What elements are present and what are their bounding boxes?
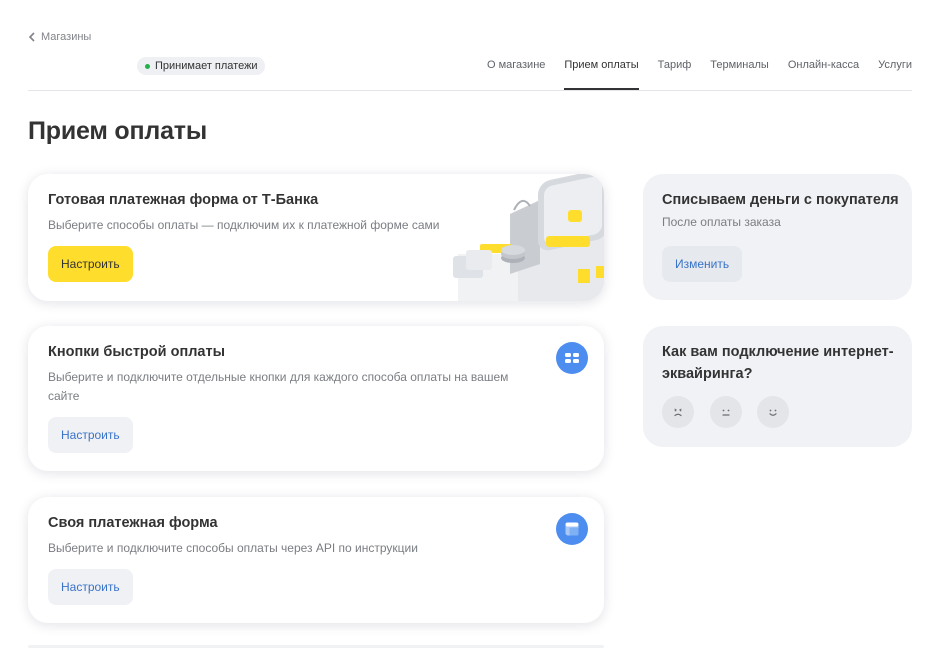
tab-online-cashbox[interactable]: Онлайн-касса [788,59,859,90]
card-title: Своя платежная форма [48,515,218,531]
tab-about[interactable]: О магазине [487,59,545,90]
card-ready-payment-form: Готовая платежная форма от Т-Банка Выбер… [28,174,604,301]
neutral-face-icon[interactable] [710,396,742,428]
tab-services[interactable]: Услуги [878,59,912,90]
tab-bar: О магазине Прием оплаты Тариф Терминалы … [468,59,912,90]
card-own-payment-form: Своя платежная форма Выберите и подключи… [28,497,604,623]
card-title: Кнопки быстрой оплаты [48,344,225,360]
sad-face-icon[interactable] [662,396,694,428]
status-label: Принимает платежи [155,60,258,72]
payment-form-illustration-icon [453,174,604,301]
grid-icon [556,342,588,374]
change-button[interactable]: Изменить [662,246,743,282]
setup-button[interactable]: Настроить [48,417,133,453]
setup-button[interactable]: Настроить [48,569,133,605]
chevron-left-icon [28,32,35,42]
tab-payment-acceptance[interactable]: Прием оплаты [564,59,639,90]
back-link-label: Магазины [41,31,92,43]
happy-face-icon[interactable] [757,396,789,428]
card-description: Выберите и подключите отдельные кнопки д… [48,370,509,403]
status-dot-icon [145,63,150,69]
status-badge: Принимает платежи [137,57,265,75]
back-link[interactable]: Магазины [28,31,91,43]
card-title: Готовая платежная форма от Т-Банка [48,192,319,208]
window-icon [556,513,588,545]
tab-tariff[interactable]: Тариф [658,59,692,90]
setup-button[interactable]: Настроить [48,246,133,282]
tab-terminals[interactable]: Терминалы [710,59,769,90]
page-title: Прием оплаты [28,117,207,145]
feedback-panel: Как вам подключение интернет-эквайринга? [643,326,912,447]
charge-panel-title: Списываем деньги с покупателя [662,192,899,208]
charge-panel-subtitle: После оплаты заказа [662,215,781,229]
card-description: Выберите и подключите способы оплаты чер… [48,541,418,555]
card-description: Выберите способы оплаты — подключим их к… [48,218,440,232]
header-divider [28,90,912,91]
card-quick-pay-buttons: Кнопки быстрой оплаты Выберите и подключ… [28,326,604,471]
charge-panel: Списываем деньги с покупателя После опла… [643,174,912,300]
feedback-question: Как вам подключение интернет-эквайринга? [662,344,894,382]
